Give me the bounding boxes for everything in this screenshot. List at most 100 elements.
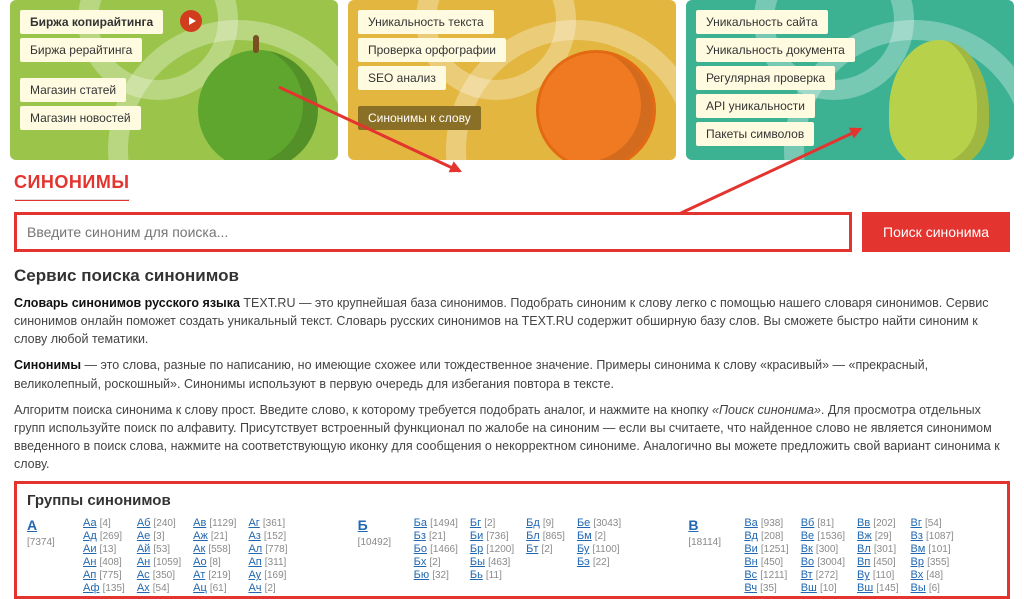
- prefix-link[interactable]: Бы: [470, 556, 485, 568]
- pill-doc-unique[interactable]: Уникальность документа: [696, 38, 855, 62]
- prefix-link[interactable]: Бе: [577, 517, 590, 529]
- prefix-count: [1211]: [760, 570, 787, 581]
- pill-seo[interactable]: SEO анализ: [358, 66, 446, 90]
- prefix-link[interactable]: Вд: [744, 530, 758, 542]
- pill-articles-shop[interactable]: Магазин статей: [20, 78, 126, 102]
- prefix-link[interactable]: Бр: [470, 543, 483, 555]
- prefix-link[interactable]: Аф: [83, 582, 100, 594]
- prefix-count: [269]: [100, 531, 122, 542]
- prefix-count: [2]: [484, 518, 495, 529]
- prefix-count: [1494]: [430, 518, 458, 529]
- prefix-link[interactable]: Вс: [744, 569, 757, 581]
- search-button[interactable]: Поиск синонима: [862, 212, 1010, 252]
- prefix-link[interactable]: Вг: [911, 517, 922, 529]
- prefix-link[interactable]: Вк: [801, 543, 813, 555]
- prefix-link[interactable]: Ак: [193, 543, 205, 555]
- prefix-count: [301]: [874, 544, 896, 555]
- prefix-link[interactable]: Аж: [193, 530, 208, 542]
- prefix-link[interactable]: Ве: [801, 530, 814, 542]
- prefix-link[interactable]: Вх: [911, 569, 924, 581]
- prefix-link[interactable]: Во: [801, 556, 814, 568]
- prefix-link[interactable]: Ан: [83, 556, 96, 568]
- prefix-link[interactable]: Аи: [83, 543, 96, 555]
- prefix-link[interactable]: Бх: [414, 556, 427, 568]
- prefix-link[interactable]: Вв: [857, 517, 870, 529]
- prefix-link[interactable]: Бу: [577, 543, 589, 555]
- prefix-link[interactable]: Бг: [470, 517, 481, 529]
- prefix-link[interactable]: Вп: [857, 556, 870, 568]
- prefix-link[interactable]: Аг: [248, 517, 259, 529]
- prefix-link[interactable]: Ав: [193, 517, 206, 529]
- prefix-link[interactable]: Ас: [137, 569, 150, 581]
- prefix-count: [450]: [873, 557, 895, 568]
- prefix-link[interactable]: Бь: [470, 569, 483, 581]
- prefix-link[interactable]: Вл: [857, 543, 871, 555]
- groups-title: Группы синонимов: [27, 492, 997, 509]
- prefix-link[interactable]: Ах: [137, 582, 150, 594]
- prefix-link[interactable]: Ат: [193, 569, 205, 581]
- letter-link[interactable]: Б: [358, 517, 406, 533]
- prefix-link[interactable]: Ад: [83, 530, 97, 542]
- prefix-count: [311]: [265, 557, 287, 568]
- prefix-link[interactable]: Ал: [248, 543, 262, 555]
- letter-link[interactable]: В: [688, 517, 736, 533]
- prefix-link[interactable]: Би: [470, 530, 483, 542]
- prefix-link[interactable]: Ац: [193, 582, 207, 594]
- pill-site-unique[interactable]: Уникальность сайта: [696, 10, 828, 34]
- prefix-link[interactable]: Аз: [248, 530, 260, 542]
- pill-symbol-packs[interactable]: Пакеты символов: [696, 122, 814, 146]
- prefix-count: [272]: [816, 570, 838, 581]
- prefix-link[interactable]: Вш: [801, 582, 817, 594]
- pill-copywriting[interactable]: Биржа копирайтинга: [20, 10, 163, 34]
- prefix-link[interactable]: Бл: [526, 530, 540, 542]
- prefix-link[interactable]: Бэ: [577, 556, 590, 568]
- prefix-link[interactable]: Бд: [526, 517, 540, 529]
- prefix-count: [21]: [211, 531, 228, 542]
- prefix-link[interactable]: Вн: [744, 556, 757, 568]
- prefix-link[interactable]: Ва: [744, 517, 757, 529]
- prefix-link[interactable]: Бю: [414, 569, 429, 581]
- prefix-count: [1059]: [153, 557, 181, 568]
- prefix-count: [53]: [153, 544, 170, 555]
- prefix-count: [35]: [760, 583, 777, 594]
- prefix-link[interactable]: Бз: [414, 530, 426, 542]
- pill-uniqueness[interactable]: Уникальность текста: [358, 10, 494, 34]
- pill-api[interactable]: API уникальности: [696, 94, 815, 118]
- prefix-link[interactable]: Ау: [248, 569, 261, 581]
- prefix-link[interactable]: Аа: [83, 517, 97, 529]
- pill-rewriting[interactable]: Биржа рерайтинга: [20, 38, 142, 62]
- prefix-link[interactable]: Вр: [911, 556, 924, 568]
- pill-spellcheck[interactable]: Проверка орфографии: [358, 38, 506, 62]
- letter-count: [18114]: [688, 537, 721, 548]
- prefix-count: [202]: [873, 518, 895, 529]
- prefix-link[interactable]: Бо: [414, 543, 427, 555]
- prefix-link[interactable]: Бм: [577, 530, 592, 542]
- prefix-link[interactable]: Вж: [857, 530, 872, 542]
- prefix-link[interactable]: Бт: [526, 543, 538, 555]
- prefix-link[interactable]: Ба: [414, 517, 427, 529]
- prefix-link[interactable]: Ао: [193, 556, 206, 568]
- prefix-link[interactable]: Ач: [248, 582, 261, 594]
- pill-regular-check[interactable]: Регулярная проверка: [696, 66, 835, 90]
- search-input[interactable]: [14, 212, 852, 252]
- prefix-link[interactable]: Ап: [248, 556, 261, 568]
- prefix-count: [11]: [486, 570, 502, 581]
- letter-link[interactable]: А: [27, 517, 75, 533]
- prefix-link[interactable]: Вч: [744, 582, 757, 594]
- prefix-link[interactable]: Вб: [801, 517, 815, 529]
- prefix-link[interactable]: Ап: [83, 569, 96, 581]
- prefix-link[interactable]: Ай: [137, 543, 150, 555]
- pill-news-shop[interactable]: Магазин новостей: [20, 106, 141, 130]
- prefix-link[interactable]: Вт: [801, 569, 813, 581]
- prefix-link[interactable]: Ае: [137, 530, 150, 542]
- pill-synonyms[interactable]: Синонимы к слову: [358, 106, 481, 130]
- prefix-link[interactable]: Вы: [911, 582, 926, 594]
- prefix-link[interactable]: Вм: [911, 543, 926, 555]
- prefix-link[interactable]: Вз: [911, 530, 923, 542]
- prefix-link[interactable]: Аб: [137, 517, 151, 529]
- prefix-count: [13]: [100, 544, 117, 555]
- prefix-link[interactable]: Ан: [137, 556, 150, 568]
- prefix-link[interactable]: Вш: [857, 582, 873, 594]
- prefix-link[interactable]: Ву: [857, 569, 870, 581]
- prefix-link[interactable]: Ви: [744, 543, 757, 555]
